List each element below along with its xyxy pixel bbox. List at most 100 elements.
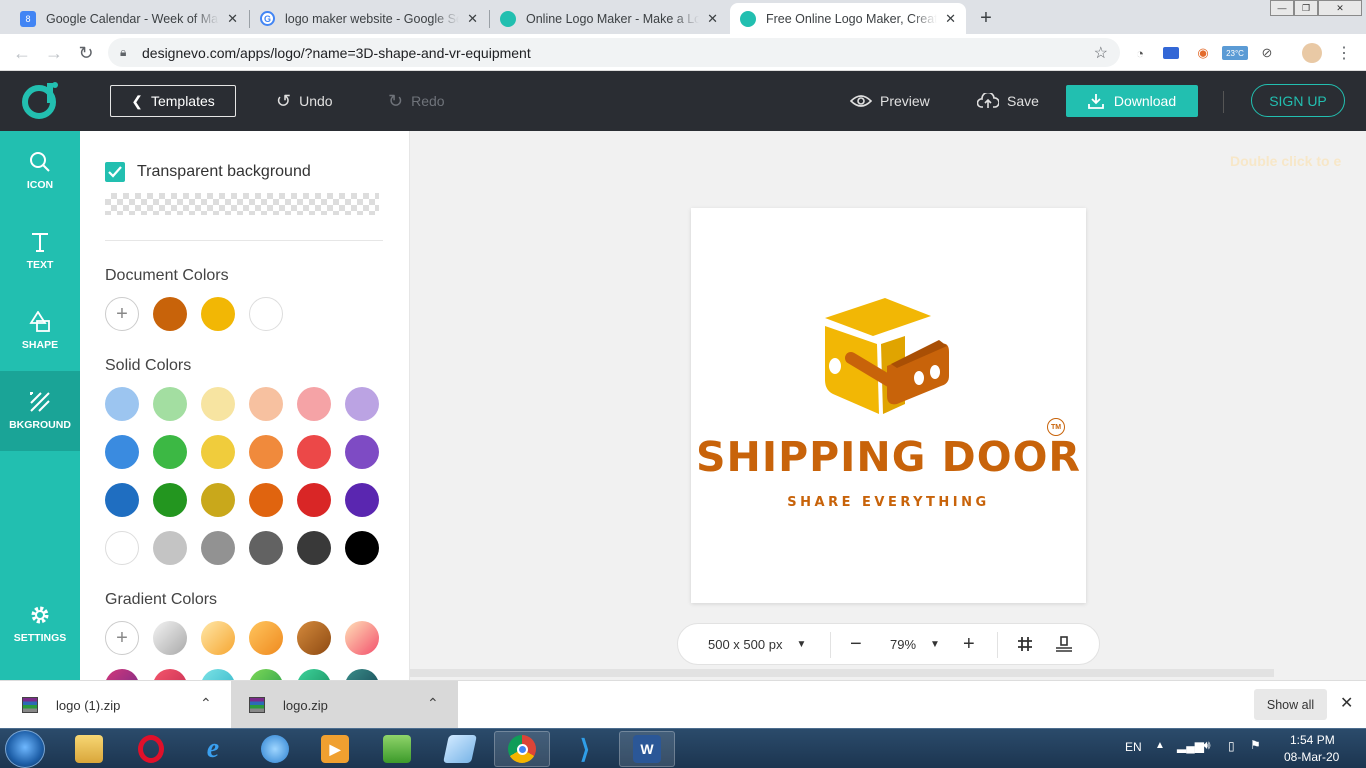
solid-color-swatch[interactable] bbox=[201, 483, 235, 517]
close-downloads-bar-icon[interactable]: ✕ bbox=[1340, 693, 1353, 713]
taskbar-internet-explorer[interactable]: e bbox=[185, 731, 241, 767]
nav-item-shape[interactable]: SHAPE bbox=[0, 291, 80, 371]
clock-date[interactable]: 08-Mar-20 bbox=[1284, 750, 1339, 764]
document-color-swatch[interactable] bbox=[249, 297, 283, 331]
nav-item-settings[interactable]: SETTINGS bbox=[0, 584, 80, 664]
download-item[interactable]: logo.zip ⌃ bbox=[231, 681, 458, 729]
zoom-out-button[interactable]: − bbox=[850, 624, 862, 664]
document-color-swatch[interactable] bbox=[153, 297, 187, 331]
tab-google-search[interactable]: G logo maker website - Google Search ✕ bbox=[250, 3, 488, 34]
canvas-size-select[interactable]: 500 x 500 px ▼ bbox=[708, 624, 806, 664]
tab-google-calendar[interactable]: 8 Google Calendar - Week of March ✕ bbox=[10, 3, 248, 34]
solid-color-swatch[interactable] bbox=[297, 483, 331, 517]
gradient-swatch[interactable] bbox=[201, 621, 235, 655]
chevron-up-icon[interactable]: ⌃ bbox=[427, 695, 439, 712]
taskbar-vscode[interactable]: ⟩ bbox=[557, 731, 613, 767]
minimize-window-button[interactable]: — bbox=[1270, 0, 1294, 16]
gradient-swatch[interactable] bbox=[249, 621, 283, 655]
action-center-flag-icon[interactable]: ⚑ bbox=[1250, 738, 1261, 752]
solid-color-swatch[interactable] bbox=[105, 435, 139, 469]
taskbar-file-explorer[interactable] bbox=[61, 731, 117, 767]
logo-artboard[interactable]: TM SHIPPING DOOR SHARE EVERYTHING bbox=[691, 208, 1086, 603]
add-gradient-color-button[interactable]: + bbox=[105, 621, 139, 655]
network-icon[interactable]: ▂▄▆ bbox=[1177, 739, 1204, 753]
document-color-swatch[interactable] bbox=[201, 297, 235, 331]
clock-time[interactable]: 1:54 PM bbox=[1290, 733, 1335, 747]
align-button[interactable] bbox=[1055, 624, 1073, 664]
maximize-window-button[interactable]: ❐ bbox=[1294, 0, 1318, 16]
close-tab-icon[interactable]: ✕ bbox=[227, 11, 238, 27]
taskbar-search-app[interactable] bbox=[247, 731, 303, 767]
preview-button[interactable]: Preview bbox=[850, 85, 930, 117]
back-button[interactable]: ← bbox=[10, 41, 34, 65]
gradient-swatch[interactable] bbox=[345, 621, 379, 655]
taskbar-opera[interactable] bbox=[123, 731, 179, 767]
bookmark-star-icon[interactable]: ☆ bbox=[1094, 43, 1108, 63]
start-button[interactable] bbox=[5, 730, 45, 768]
solid-color-swatch[interactable] bbox=[201, 531, 235, 565]
solid-color-swatch[interactable] bbox=[249, 387, 283, 421]
taskbar-notes-app[interactable] bbox=[432, 731, 488, 767]
solid-color-swatch[interactable] bbox=[201, 387, 235, 421]
speedometer-extension-icon[interactable]: ◔ bbox=[1130, 43, 1150, 63]
solid-color-swatch[interactable] bbox=[249, 435, 283, 469]
solid-color-swatch[interactable] bbox=[297, 531, 331, 565]
download-item[interactable]: logo (1).zip ⌃ bbox=[0, 681, 228, 729]
taskbar-media-player[interactable]: ▶ bbox=[307, 731, 363, 767]
gradient-swatch[interactable] bbox=[153, 669, 187, 680]
gradient-swatch[interactable] bbox=[345, 669, 379, 680]
tray-expand-icon[interactable]: ▲ bbox=[1155, 740, 1165, 751]
chrome-menu-icon[interactable]: ⋮ bbox=[1334, 43, 1354, 63]
address-bar[interactable]: 🔒︎ designevo.com/apps/logo/?name=3D-shap… bbox=[108, 38, 1120, 67]
solid-color-swatch[interactable] bbox=[297, 387, 331, 421]
solid-color-swatch[interactable] bbox=[345, 435, 379, 469]
gradient-swatch[interactable] bbox=[153, 621, 187, 655]
language-indicator[interactable]: EN bbox=[1125, 740, 1142, 754]
logo-tagline[interactable]: SHARE EVERYTHING bbox=[691, 495, 1086, 510]
horizontal-scrollbar[interactable] bbox=[410, 669, 1274, 677]
close-window-button[interactable]: ✕ bbox=[1318, 0, 1362, 16]
gradient-swatch[interactable] bbox=[297, 669, 331, 680]
undo-button[interactable]: ↺ Undo bbox=[276, 85, 333, 117]
templates-button[interactable]: ❮ Templates bbox=[110, 85, 236, 117]
signup-button[interactable]: SIGN UP bbox=[1251, 84, 1345, 117]
solid-color-swatch[interactable] bbox=[153, 483, 187, 517]
tab-online-logo-maker[interactable]: Online Logo Maker - Make a Logo ✕ bbox=[490, 3, 728, 34]
gradient-swatch[interactable] bbox=[105, 669, 139, 680]
solid-color-swatch[interactable] bbox=[153, 387, 187, 421]
close-tab-icon[interactable]: ✕ bbox=[707, 11, 718, 27]
taskbar-word[interactable]: W bbox=[619, 731, 675, 767]
transparent-background-checkbox[interactable] bbox=[105, 162, 125, 182]
forward-button[interactable]: → bbox=[42, 41, 66, 65]
chevron-up-icon[interactable]: ⌃ bbox=[200, 695, 212, 712]
zoom-select[interactable]: 79% ▼ bbox=[890, 624, 940, 664]
solid-color-swatch[interactable] bbox=[345, 483, 379, 517]
solid-color-swatch[interactable] bbox=[105, 483, 139, 517]
gradient-swatch[interactable] bbox=[297, 621, 331, 655]
grid-toggle-button[interactable] bbox=[1017, 624, 1033, 664]
solid-color-swatch[interactable] bbox=[201, 435, 235, 469]
volume-icon[interactable]: 🔊︎ bbox=[1203, 738, 1211, 753]
solid-color-swatch[interactable] bbox=[345, 387, 379, 421]
taskbar-chrome[interactable] bbox=[494, 731, 550, 767]
solid-color-swatch[interactable] bbox=[297, 435, 331, 469]
solid-color-swatch[interactable] bbox=[345, 531, 379, 565]
reload-button[interactable]: ↻ bbox=[74, 41, 98, 65]
nav-item-background[interactable]: BKGROUND bbox=[0, 371, 80, 451]
save-button[interactable]: Save bbox=[977, 85, 1039, 117]
canvas-area[interactable]: Double click to e TM SHIPPING DOOR SHARE… bbox=[410, 131, 1366, 680]
download-button[interactable]: Download bbox=[1066, 85, 1198, 117]
gradient-swatch[interactable] bbox=[201, 669, 235, 680]
new-tab-button[interactable]: + bbox=[972, 4, 1000, 32]
close-tab-icon[interactable]: ✕ bbox=[945, 11, 956, 27]
gradient-swatch[interactable] bbox=[249, 669, 283, 680]
logo-box-icon[interactable] bbox=[821, 294, 953, 420]
redo-button[interactable]: ↻ Redo bbox=[388, 85, 445, 117]
lock-icon[interactable]: 🔒︎ bbox=[120, 45, 126, 60]
logo-brand-name[interactable]: SHIPPING DOOR bbox=[691, 433, 1086, 481]
designevo-logo[interactable] bbox=[20, 80, 60, 120]
record-extension-icon[interactable]: ◉ bbox=[1193, 43, 1213, 63]
zoom-in-button[interactable]: + bbox=[963, 624, 975, 664]
transparent-background-label[interactable]: Transparent background bbox=[137, 163, 311, 181]
solid-color-swatch[interactable] bbox=[105, 531, 139, 565]
